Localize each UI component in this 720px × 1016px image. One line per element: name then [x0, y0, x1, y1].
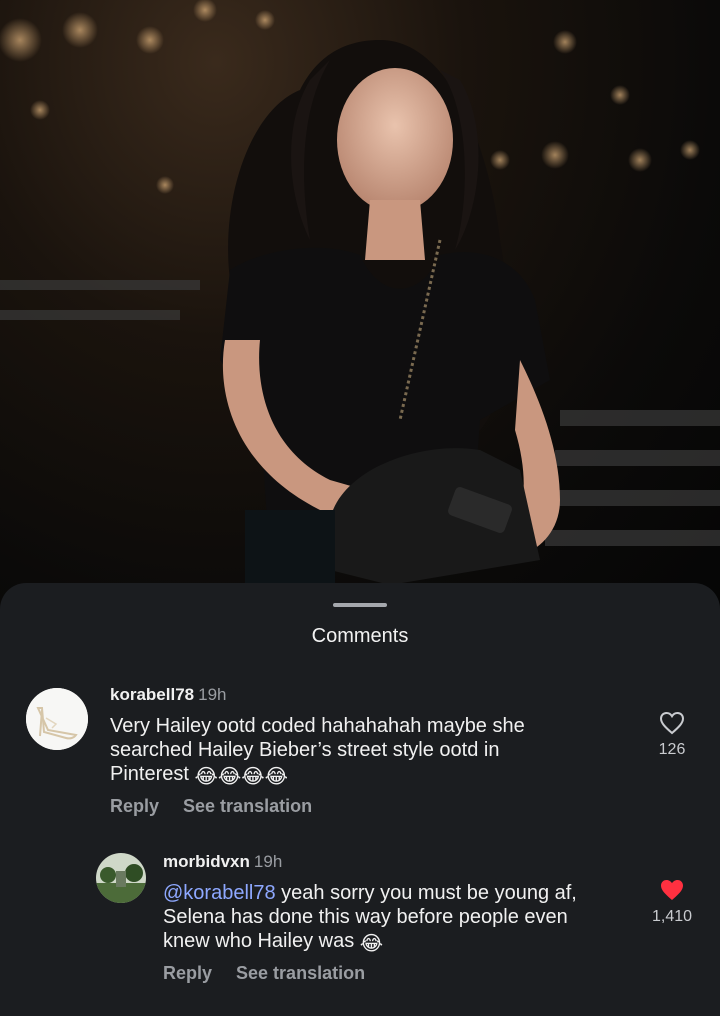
heart-outline-icon[interactable] — [659, 711, 685, 735]
reply-button[interactable]: Reply — [110, 796, 159, 816]
avatar[interactable] — [26, 688, 88, 750]
avatar[interactable] — [96, 853, 146, 903]
comment-text: Very Hailey ootd coded hahahahah maybe s… — [110, 714, 580, 789]
comment-username[interactable]: morbidvxn 19h — [163, 852, 282, 872]
drag-handle[interactable] — [333, 603, 387, 607]
like-button[interactable]: 126 — [642, 711, 702, 759]
mention-link[interactable]: @korabell78 — [163, 882, 276, 904]
post-photo — [0, 0, 720, 620]
like-count: 126 — [658, 741, 686, 758]
landscape-photo-icon — [96, 853, 146, 903]
comment-text: @korabell78 yeah sorry you must be young… — [163, 881, 613, 956]
comment-timestamp: 19h — [253, 852, 283, 871]
like-button[interactable]: 1,410 — [642, 878, 702, 926]
username-text[interactable]: korabell78 — [110, 685, 194, 704]
comment-username[interactable]: korabell78 19h — [110, 685, 226, 705]
sheet-title: Comments — [311, 625, 409, 647]
comment-timestamp: 19h — [198, 685, 227, 704]
woman-at-night-photo — [0, 0, 720, 620]
high-heel-shoe-icon — [26, 688, 88, 750]
see-translation-button[interactable]: See translation — [183, 796, 312, 816]
comments-sheet: Comments korabell78 19h Very Hailey ootd … — [0, 583, 720, 1016]
see-translation-button[interactable]: See translation — [236, 963, 365, 983]
username-text[interactable]: morbidvxn — [163, 852, 250, 871]
laughing-emoji: 😂 — [359, 933, 384, 955]
comment-actions: Reply See translation — [163, 963, 389, 984]
laughing-emoji: 😂😂😂😂 — [194, 766, 288, 788]
comment-body: Very Hailey ootd coded hahahahah maybe s… — [110, 715, 525, 785]
heart-filled-icon[interactable] — [659, 878, 685, 902]
like-count: 1,410 — [651, 908, 693, 925]
comment-actions: Reply See translation — [110, 796, 336, 817]
reply-button[interactable]: Reply — [163, 963, 212, 983]
